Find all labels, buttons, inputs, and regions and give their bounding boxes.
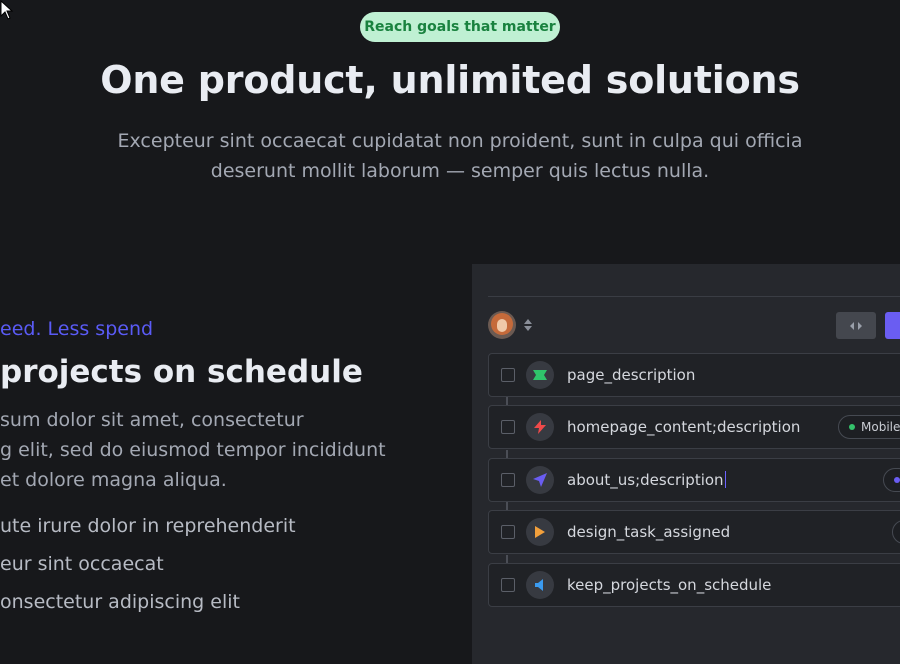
hero-subtitle-line: Excepteur sint occaecat cupidatat non pr… [117, 130, 803, 152]
speaker-icon [526, 571, 554, 599]
row-connector [506, 502, 508, 510]
row-checkbox[interactable] [501, 420, 515, 434]
feature-body-line: g elit, sed do eiusmod tempor incididunt [0, 439, 386, 461]
row-connector [506, 397, 508, 405]
hero-subtitle: Excepteur sint occaecat cupidatat non pr… [80, 126, 840, 186]
feature-bullet-item: onsectetur adipiscing elit [0, 591, 240, 613]
feature-eyebrow-text: eed. Less spend [0, 318, 154, 340]
panel-divider [488, 296, 900, 297]
code-toggle-button[interactable] [836, 312, 876, 339]
platform-tag [883, 468, 900, 492]
feature-body: sum dolor sit amet, consectetur g elit, … [0, 405, 420, 495]
task-row[interactable]: homepage_content;description Mobile [488, 405, 900, 449]
primary-action-button[interactable] [885, 312, 900, 339]
row-checkbox[interactable] [501, 525, 515, 539]
mouse-cursor-icon [0, 0, 14, 20]
status-dot [849, 424, 855, 430]
row-label: homepage_content;description [567, 418, 801, 436]
feature-bullet-list: ute irure dolor in reprehenderit eur sin… [0, 512, 296, 626]
hero-title: One product, unlimited solutions [100, 58, 800, 102]
row-checkbox[interactable] [501, 368, 515, 382]
feature-bullet-item: ute irure dolor in reprehenderit [0, 515, 296, 537]
user-avatar[interactable] [488, 311, 516, 339]
sort-caret-icon[interactable] [523, 317, 533, 333]
row-label-text: about_us;description [567, 471, 724, 489]
navigation-arrow-icon [526, 466, 554, 494]
hero-badge: Reach goals that matter [360, 12, 560, 42]
code-arrows-icon [850, 321, 862, 330]
feature-bullet-item: eur sint occaecat [0, 553, 164, 575]
task-row[interactable]: page_description [488, 353, 900, 397]
hero-subtitle-line: deserunt mollit laborum — semper quis le… [210, 160, 710, 182]
row-checkbox[interactable] [501, 578, 515, 592]
feature-body-line: et dolore magna aliqua. [0, 469, 227, 491]
feature-body-line: sum dolor sit amet, consectetur [0, 409, 304, 431]
feature-title: projects on schedule [0, 354, 363, 390]
platform-tag [892, 520, 900, 544]
text-caret [724, 471, 727, 488]
row-checkbox[interactable] [501, 473, 515, 487]
task-row[interactable]: about_us;description [488, 458, 900, 502]
platform-tag-label: Mobile [861, 420, 900, 434]
row-connector [506, 450, 508, 458]
platform-tag: Mobile [838, 415, 900, 439]
lightning-icon [526, 413, 554, 441]
row-label: page_description [567, 366, 696, 384]
task-row[interactable]: design_task_assigned [488, 510, 900, 554]
row-label: design_task_assigned [567, 523, 731, 541]
row-connector [506, 555, 508, 563]
row-label-editing[interactable]: about_us;description [567, 471, 727, 489]
ticket-icon [526, 361, 554, 389]
play-icon [526, 518, 554, 546]
task-row[interactable]: keep_projects_on_schedule [488, 563, 900, 607]
row-label: keep_projects_on_schedule [567, 576, 772, 594]
status-dot [894, 477, 900, 483]
